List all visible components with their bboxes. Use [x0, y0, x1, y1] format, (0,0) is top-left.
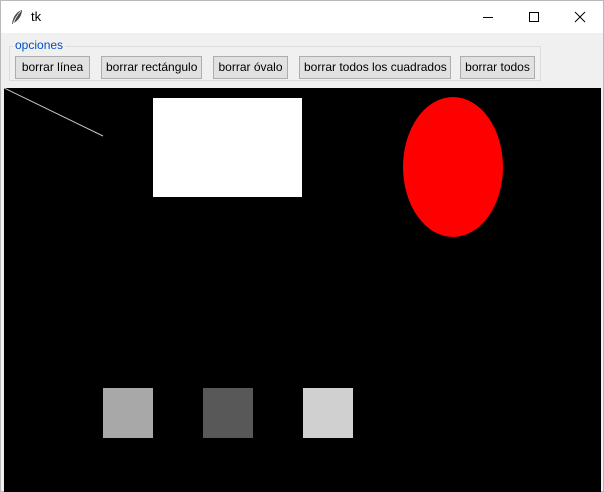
delete-rectangle-button[interactable]: borrar rectángulo [101, 56, 202, 79]
drawing-canvas[interactable] [4, 88, 601, 492]
canvas-square [103, 388, 153, 438]
delete-all-button[interactable]: borrar todos [460, 56, 535, 79]
delete-line-button[interactable]: borrar línea [15, 56, 90, 79]
app-window: tk opciones borrar línea borrar rectángu… [0, 0, 604, 492]
canvas-drawing [4, 88, 503, 438]
canvas-rectangle [153, 98, 302, 197]
maximize-button[interactable] [511, 1, 557, 33]
window-title: tk [31, 9, 42, 24]
canvas-square [303, 388, 353, 438]
title-bar[interactable]: tk [1, 1, 603, 33]
feather-icon [10, 9, 24, 25]
delete-oval-button[interactable]: borrar óvalo [213, 56, 288, 79]
minimize-button[interactable] [465, 1, 511, 33]
close-button[interactable] [557, 1, 603, 33]
options-frame-label: opciones [13, 38, 66, 52]
canvas-square [203, 388, 253, 438]
canvas-oval [403, 97, 503, 237]
delete-all-squares-button[interactable]: borrar todos los cuadrados [299, 56, 451, 79]
canvas-line [4, 88, 104, 137]
